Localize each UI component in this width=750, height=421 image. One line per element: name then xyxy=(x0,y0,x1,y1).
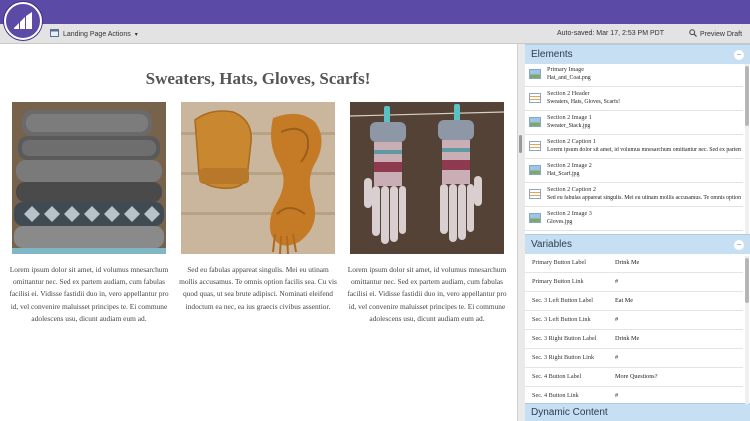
minus-circle-icon[interactable]: − xyxy=(734,50,744,60)
variable-value[interactable]: # xyxy=(615,316,618,323)
element-row[interactable]: Section 2 Header Sweaters, Hats, Gloves,… xyxy=(525,88,743,111)
element-row[interactable]: Section 2 Image 2 Hat_Scarf.jpg xyxy=(525,160,743,183)
elements-header[interactable]: Elements − xyxy=(525,44,750,64)
sweater-stack-image[interactable] xyxy=(12,102,166,254)
element-value: Hat_Scarf.jpg xyxy=(547,171,580,177)
image-icon xyxy=(529,117,541,127)
minus-circle-icon[interactable]: − xyxy=(734,240,744,250)
element-value: Gloves.jpg xyxy=(547,219,573,225)
element-value: Sed eu fabulas appareat singulis. Mei eu… xyxy=(547,195,741,201)
variable-row[interactable]: Sec. 3 Right Button Link # xyxy=(525,349,743,368)
variable-name: Sec. 4 Button Link xyxy=(532,392,579,399)
variable-name: Primary Button Link xyxy=(532,278,584,285)
element-value: Lorem ipsum dolor sit amet, id volumus m… xyxy=(547,147,741,153)
properties-panel: Elements − Primary Image Hat_and_Coat.pn… xyxy=(525,44,750,421)
element-name: Section 2 Caption 1 xyxy=(547,138,596,145)
variable-row[interactable]: Sec. 3 Left Button Label Eat Me xyxy=(525,292,743,311)
variable-row[interactable]: Primary Button Link # xyxy=(525,273,743,292)
text-icon xyxy=(529,189,541,199)
variable-value[interactable]: Drink Me xyxy=(615,335,639,342)
top-app-bar xyxy=(0,0,750,24)
variable-value[interactable]: More Questions? xyxy=(615,373,657,380)
variable-value[interactable]: Drink Me xyxy=(615,259,639,266)
image-icon xyxy=(529,213,541,223)
elements-scrollbar[interactable] xyxy=(745,64,749,234)
element-row[interactable]: Section 2 Image 1 Sweater_Stack.jpg xyxy=(525,112,743,135)
column-3-caption[interactable]: Lorem ipsum dolor sit amet, id volumus m… xyxy=(347,264,507,325)
variable-value[interactable]: # xyxy=(615,278,618,285)
element-row[interactable]: Section 2 Image 3 Gloves.jpg xyxy=(525,208,743,231)
elements-header-label: Elements xyxy=(531,49,573,60)
autosave-status: Auto-saved: Mar 17, 2:53 PM PDT xyxy=(557,30,664,37)
landing-page-actions-menu[interactable]: Landing Page Actions ▾ xyxy=(50,29,138,39)
variables-scroll-thumb[interactable] xyxy=(745,258,749,303)
column-2-caption[interactable]: Sed eu fabulas appareat singulis. Mei eu… xyxy=(178,264,338,313)
variable-value[interactable]: # xyxy=(615,392,618,399)
page-title[interactable]: Sweaters, Hats, Gloves, Scarfs! xyxy=(100,69,416,89)
marketo-logo-icon[interactable] xyxy=(4,2,42,40)
element-name: Primary Image xyxy=(547,66,584,73)
element-value: Hat_and_Coat.png xyxy=(547,75,591,81)
element-name: Section 2 Image 3 xyxy=(547,210,592,217)
image-icon xyxy=(529,69,541,79)
element-row[interactable]: Section 2 Caption 2 Sed eu fabulas appar… xyxy=(525,184,743,207)
dynamic-content-header-label: Dynamic Content xyxy=(531,407,608,418)
element-name: Section 2 Image 2 xyxy=(547,162,592,169)
variable-value[interactable]: # xyxy=(615,354,618,361)
text-icon xyxy=(529,93,541,103)
canvas-scrollbar[interactable] xyxy=(517,44,525,421)
text-icon xyxy=(529,141,541,151)
variables-header[interactable]: Variables − xyxy=(525,234,750,254)
hat-scarf-image[interactable] xyxy=(181,102,335,254)
column-1-caption[interactable]: Lorem ipsum dolor sit amet, id volumus m… xyxy=(9,264,169,325)
element-row[interactable]: Section 2 Caption 1 Lorem ipsum dolor si… xyxy=(525,136,743,159)
editor-toolbar: Landing Page Actions ▾ Auto-saved: Mar 1… xyxy=(0,24,750,44)
variable-name: Sec. 3 Right Button Label xyxy=(532,335,597,342)
chevron-down-icon: ▾ xyxy=(134,31,138,38)
variable-row[interactable]: Sec. 3 Right Button Label Drink Me xyxy=(525,330,743,349)
gloves-image[interactable] xyxy=(350,102,504,254)
variable-name: Sec. 3 Left Button Link xyxy=(532,316,591,323)
element-value: Sweater_Stack.jpg xyxy=(547,123,591,129)
variable-value[interactable]: Eat Me xyxy=(615,297,633,304)
page-icon xyxy=(50,29,59,39)
variables-header-label: Variables xyxy=(531,239,572,250)
variable-row[interactable]: Sec. 3 Left Button Link # xyxy=(525,311,743,330)
variable-name: Sec. 3 Left Button Label xyxy=(532,297,593,304)
elements-scroll-thumb[interactable] xyxy=(745,66,749,126)
variable-name: Sec. 3 Right Button Link xyxy=(532,354,595,361)
dynamic-content-header[interactable]: Dynamic Content xyxy=(525,403,750,421)
image-icon xyxy=(529,165,541,175)
variable-row[interactable]: Primary Button Label Drink Me xyxy=(525,254,743,273)
variable-row[interactable]: Sec. 4 Button Label More Questions? xyxy=(525,368,743,387)
variables-scrollbar[interactable] xyxy=(745,256,749,404)
canvas-scroll-thumb[interactable] xyxy=(519,135,522,153)
element-name: Section 2 Image 1 xyxy=(547,114,592,121)
element-row[interactable]: Primary Image Hat_and_Coat.png xyxy=(525,64,743,87)
variable-name: Sec. 4 Button Label xyxy=(532,373,582,380)
element-name: Section 2 Caption 2 xyxy=(547,186,596,193)
search-icon xyxy=(689,29,697,39)
preview-draft-label: Preview Draft xyxy=(700,30,743,38)
element-value: Sweaters, Hats, Gloves, Scarfs! xyxy=(547,99,621,105)
landing-page-actions-label: Landing Page Actions xyxy=(63,30,131,38)
variable-name: Primary Button Label xyxy=(532,259,586,266)
element-name: Section 2 Header xyxy=(547,90,590,97)
preview-draft-button[interactable]: Preview Draft xyxy=(689,29,742,39)
